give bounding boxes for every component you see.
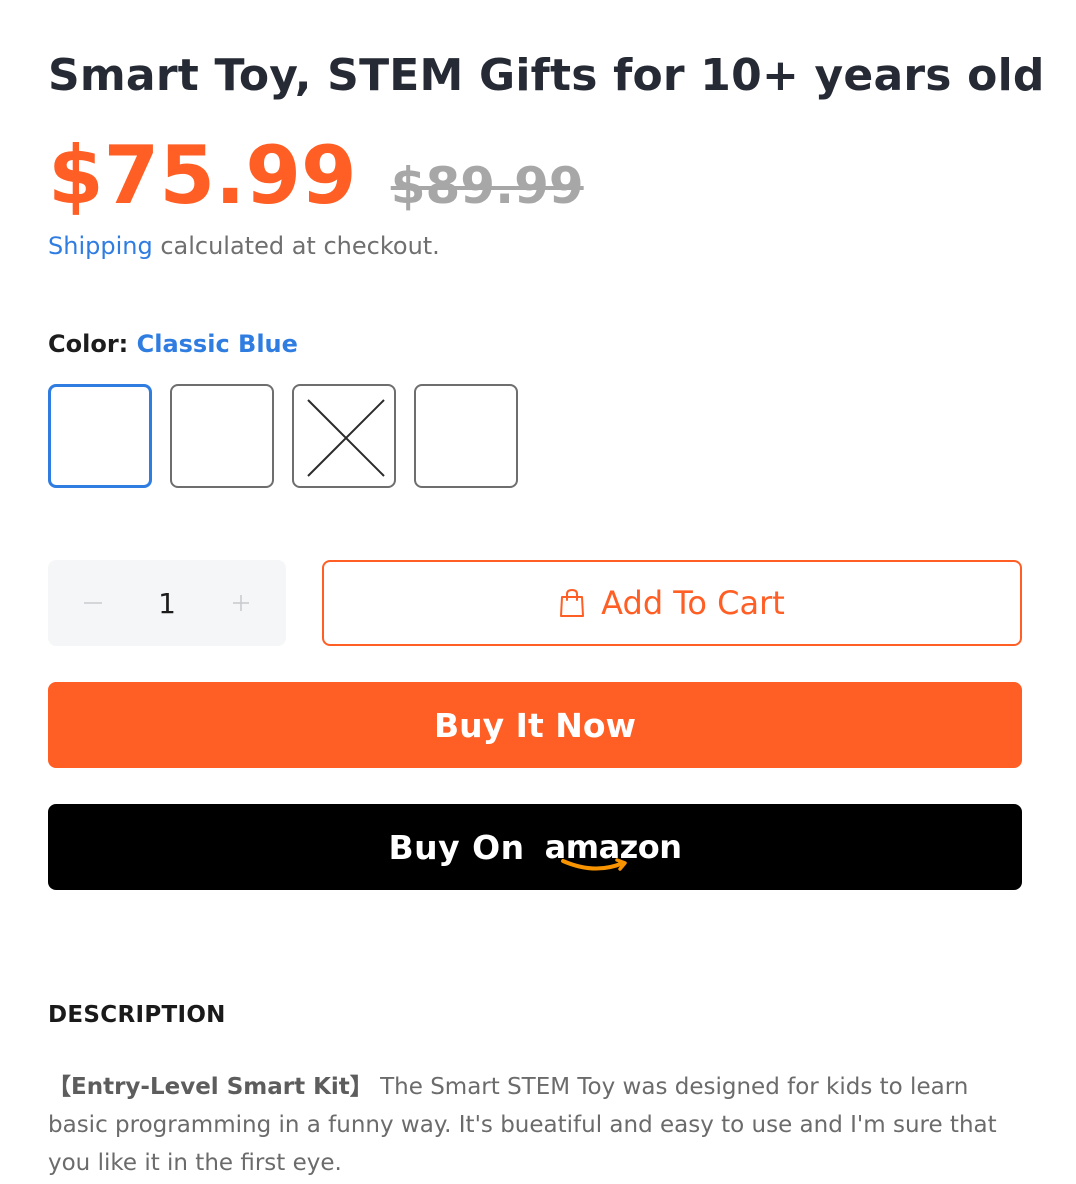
amazon-logo: amazon xyxy=(545,817,682,877)
color-swatch-4[interactable] xyxy=(414,384,518,488)
add-to-cart-button[interactable]: Add To Cart xyxy=(322,560,1022,646)
shopping-bag-icon xyxy=(560,588,585,617)
quantity-stepper: 1 xyxy=(48,560,286,646)
amazon-smile-icon xyxy=(560,858,627,871)
quantity-input[interactable]: 1 xyxy=(137,587,197,620)
quantity-increase-button[interactable] xyxy=(224,586,258,620)
description-heading: DESCRIPTION xyxy=(48,1002,226,1028)
color-option-label: Color: Classic Blue xyxy=(48,330,298,358)
price-row: $75.99 $89.99 xyxy=(48,126,584,226)
shipping-note: Shipping calculated at checkout. xyxy=(48,232,440,260)
description-lead: 【Entry-Level Smart Kit】 xyxy=(48,1074,373,1100)
buy-on-label: Buy On xyxy=(388,827,525,867)
color-swatch-3-unavailable[interactable] xyxy=(292,384,396,488)
sale-price: $75.99 xyxy=(48,129,357,222)
product-title: Smart Toy, STEM Gifts for 10+ years old xyxy=(48,50,1045,101)
color-label-text: Color: xyxy=(48,330,129,358)
buy-it-now-label: Buy It Now xyxy=(434,705,636,745)
color-swatch-1[interactable] xyxy=(48,384,152,488)
minus-icon xyxy=(84,602,102,604)
unavailable-cross-icon xyxy=(307,399,385,477)
color-swatch-list xyxy=(48,384,518,488)
original-price: $89.99 xyxy=(390,157,584,215)
shipping-text: calculated at checkout. xyxy=(152,232,440,260)
description-text: 【Entry-Level Smart Kit】 The Smart STEM T… xyxy=(48,1068,1022,1182)
shipping-link[interactable]: Shipping xyxy=(48,232,153,260)
selected-color-value: Classic Blue xyxy=(136,330,298,358)
buy-on-amazon-button[interactable]: Buy On amazon xyxy=(48,804,1022,890)
color-swatch-2[interactable] xyxy=(170,384,274,488)
quantity-decrease-button[interactable] xyxy=(76,586,110,620)
buy-it-now-button[interactable]: Buy It Now xyxy=(48,682,1022,768)
add-to-cart-label: Add To Cart xyxy=(601,584,785,622)
plus-icon xyxy=(233,595,249,611)
